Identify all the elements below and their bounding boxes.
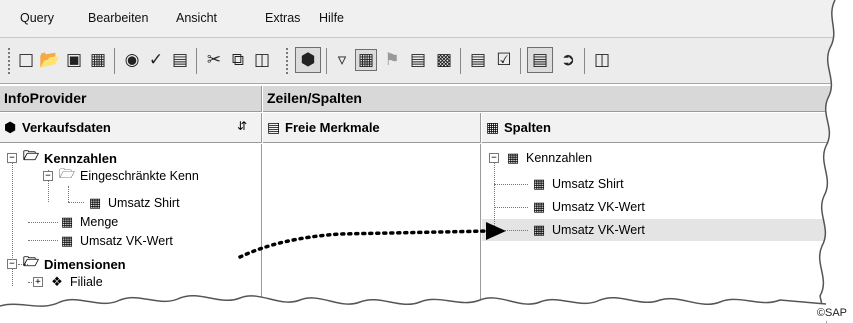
spalten-item-kennzahlen[interactable]: ▦ Kennzahlen bbox=[504, 149, 592, 167]
menu-bearbeiten[interactable]: Bearbeiten bbox=[88, 11, 148, 25]
freie-merkmale-label: Freie Merkmale bbox=[285, 120, 380, 135]
toolbar-grip[interactable] bbox=[8, 48, 10, 74]
preview-icon[interactable]: ▤ bbox=[527, 47, 553, 73]
structure-icon: ▦ bbox=[506, 150, 520, 166]
save-icon[interactable]: ▣ bbox=[64, 50, 84, 70]
infoprovider-header: InfoProvider bbox=[0, 86, 262, 112]
toolbar-separator bbox=[326, 48, 327, 74]
exceptions-icon[interactable]: ▤ bbox=[408, 50, 428, 70]
keyfigure-icon: ▦ bbox=[60, 214, 74, 230]
tree-item-dimensionen[interactable]: 🗁 Dimensionen bbox=[22, 255, 126, 273]
spalten-item-umsatz-vk[interactable]: ▦ Umsatz VK-Wert bbox=[530, 198, 645, 216]
tree-item-umsatz-shirt[interactable]: ▦ Umsatz Shirt bbox=[86, 194, 180, 212]
freie-merkmale-header: ▤ Freie Merkmale bbox=[263, 113, 481, 143]
freie-merkmale-pane[interactable] bbox=[263, 144, 481, 323]
table-icon[interactable]: ▤ bbox=[468, 50, 488, 70]
characteristic-icon: ❖ bbox=[51, 274, 63, 290]
spalten-item-umsatz-vk-dropped[interactable]: ▦ Umsatz VK-Wert bbox=[530, 221, 645, 239]
cells-icon[interactable]: ▩ bbox=[434, 50, 454, 70]
spalten-pane[interactable]: − ▦ Kennzahlen ▦ Umsatz Shirt ▦ Umsatz VK-W… bbox=[482, 144, 853, 323]
collapse-eingeschraenkte-icon[interactable]: − bbox=[43, 171, 53, 181]
folder-open-icon: 🗁 bbox=[22, 255, 40, 270]
copy-icon[interactable]: ⧉ bbox=[228, 50, 248, 70]
rows-columns-icon[interactable]: ▦ bbox=[355, 49, 377, 71]
toolbar-separator bbox=[460, 48, 461, 74]
keyfigure-icon: ▦ bbox=[60, 233, 74, 249]
spalten-label: Spalten bbox=[504, 120, 551, 135]
folder-open-icon: 🗁 bbox=[22, 149, 40, 164]
menu-extras[interactable]: Extras bbox=[265, 11, 300, 25]
tree-item-eingeschraenkte[interactable]: 🗁 Eingeschränkte Kenn bbox=[58, 167, 199, 185]
columns-icon: ▦ bbox=[486, 120, 500, 136]
toolbar-separator bbox=[114, 48, 115, 74]
spalten-item-umsatz-shirt[interactable]: ▦ Umsatz Shirt bbox=[530, 175, 624, 193]
menu-hilfe[interactable]: Hilfe bbox=[319, 11, 344, 25]
tree-item-filiale[interactable]: ❖ Filiale bbox=[48, 273, 102, 291]
save-all-icon[interactable]: ▦ bbox=[88, 50, 108, 70]
menu-ansicht[interactable]: Ansicht bbox=[176, 11, 217, 25]
free-characteristics-icon: ▤ bbox=[267, 120, 281, 136]
toolbar-separator bbox=[520, 48, 521, 74]
filter-icon[interactable]: ▿ bbox=[332, 50, 352, 70]
paste-icon[interactable]: ◫ bbox=[252, 50, 272, 70]
check-icon[interactable]: ✓ bbox=[146, 50, 166, 70]
collapse-dimensionen-icon[interactable]: − bbox=[7, 259, 17, 269]
conditions-icon[interactable]: ⚑ bbox=[382, 50, 402, 70]
tree-item-menge[interactable]: ▦ Menge bbox=[58, 213, 118, 231]
updown-arrows-icon[interactable]: ⇵ bbox=[237, 119, 247, 133]
toolbar: □ 📂 ▣ ▦ ◉ ✓ ▤ ✂ ⧉ ◫ ⬢ ▿ ▦ ⚑ ▤ ▩ ▤ ☑ ▤ ➲ … bbox=[0, 38, 853, 84]
open-icon[interactable]: 📂 bbox=[39, 50, 60, 70]
keyfigure-icon: ▦ bbox=[532, 199, 546, 215]
menu-query[interactable]: Query bbox=[20, 11, 54, 25]
infoprovider-selector-label: Verkaufsdaten bbox=[22, 120, 111, 135]
more-icon[interactable]: ◫ bbox=[592, 50, 612, 70]
toolbar-grip[interactable] bbox=[286, 48, 288, 74]
keyfigure-icon: ▦ bbox=[532, 222, 546, 238]
properties-icon[interactable]: ▤ bbox=[170, 50, 190, 70]
publish-icon[interactable]: ➲ bbox=[558, 50, 578, 70]
toolbar-separator bbox=[584, 48, 585, 74]
infoprovider-tree: − 🗁 Kennzahlen − 🗁 Eingeschränkte Kenn ▦ Um… bbox=[0, 144, 262, 323]
toolbar-separator bbox=[196, 48, 197, 74]
expand-filiale-icon[interactable]: + bbox=[33, 277, 43, 287]
restricted-keyfigure-icon: ▦ bbox=[88, 195, 102, 211]
menu-bar: Query Bearbeiten Ansicht Extras Hilfe bbox=[0, 0, 853, 38]
infoprovider-selector[interactable]: ⬢ Verkaufsdaten ⇵ bbox=[0, 113, 262, 143]
keyfigure-icon: ▦ bbox=[532, 176, 546, 192]
cube-icon: ⬢ bbox=[4, 120, 17, 136]
folder-open-icon: 🗁 bbox=[58, 167, 76, 182]
new-icon[interactable]: □ bbox=[16, 50, 36, 70]
tree-item-umsatz-vk[interactable]: ▦ Umsatz VK-Wert bbox=[58, 232, 173, 250]
cut-icon[interactable]: ✂ bbox=[204, 50, 224, 70]
tasks-icon[interactable]: ☑ bbox=[494, 50, 514, 70]
collapse-kennzahlen-icon[interactable]: − bbox=[7, 153, 17, 163]
query-designer-window: Query Bearbeiten Ansicht Extras Hilfe □ … bbox=[0, 0, 853, 323]
copyright-label: ©SAP bbox=[816, 307, 847, 319]
cube-icon[interactable]: ⬢ bbox=[295, 47, 321, 73]
execute-icon[interactable]: ◉ bbox=[122, 50, 142, 70]
collapse-spalten-kennzahlen-icon[interactable]: − bbox=[489, 153, 499, 163]
spalten-header: ▦ Spalten bbox=[482, 113, 853, 143]
zeilen-spalten-header: Zeilen/Spalten bbox=[263, 86, 853, 112]
